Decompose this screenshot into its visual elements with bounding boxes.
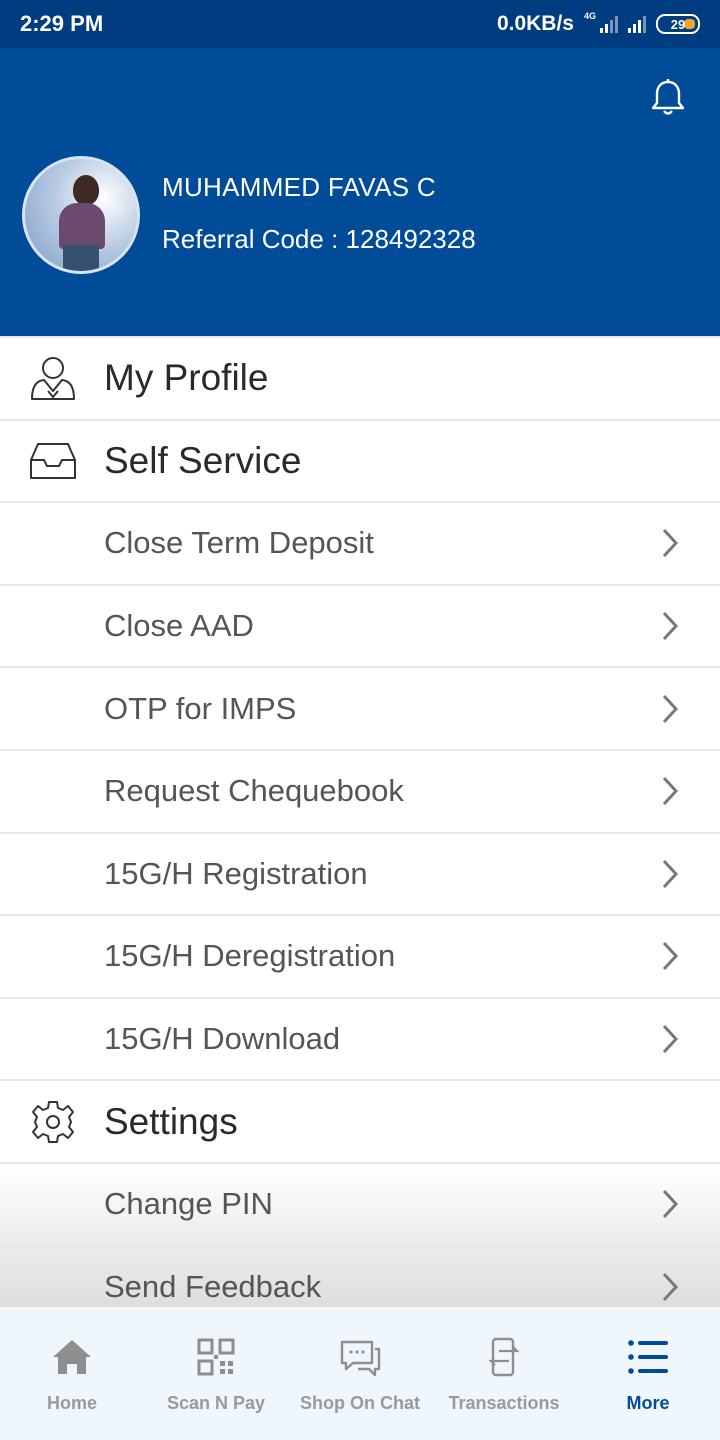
battery-icon: 29 xyxy=(656,14,700,34)
inbox-tray-icon xyxy=(30,442,76,479)
signal-icon xyxy=(600,15,618,33)
chevron-right-icon xyxy=(662,612,679,641)
menu-item-close-term-deposit[interactable]: Close Term Deposit xyxy=(0,501,720,584)
transactions-icon xyxy=(488,1337,520,1377)
menu-label: OTP for IMPS xyxy=(104,690,297,726)
menu-label: 15G/H Deregistration xyxy=(104,938,396,974)
home-icon xyxy=(53,1340,91,1374)
notification-bell-icon[interactable] xyxy=(650,78,686,118)
avatar[interactable] xyxy=(22,156,140,274)
bottom-navigation: Home Scan N Pay Shop On Chat Transaction… xyxy=(0,1307,720,1440)
battery-level: 29 xyxy=(670,16,686,32)
menu-label: Settings xyxy=(104,1100,238,1142)
signal-icon-2 xyxy=(628,15,646,33)
menu-self-service[interactable]: Self Service xyxy=(0,418,720,502)
chat-icon xyxy=(340,1340,381,1377)
referral-code: Referral Code : 128492328 xyxy=(162,224,476,254)
nav-label: More xyxy=(626,1393,670,1413)
menu-label: Change PIN xyxy=(104,1186,273,1222)
network-type: 4G xyxy=(583,11,596,21)
chevron-right-icon xyxy=(662,1190,679,1219)
menu-label: Send Feedback xyxy=(104,1268,322,1304)
menu-label: Self Service xyxy=(104,439,302,481)
nav-home[interactable]: Home xyxy=(0,1307,144,1440)
menu-settings[interactable]: Settings xyxy=(0,1079,720,1162)
menu-item-15gh-download[interactable]: 15G/H Download xyxy=(0,996,720,1080)
nav-transactions[interactable]: Transactions xyxy=(432,1307,576,1440)
chevron-right-icon xyxy=(662,529,679,558)
user-profile-icon xyxy=(31,357,75,401)
status-bar: 2:29 PM 0.0KB/s 4G 29 xyxy=(0,0,720,48)
menu-item-otp-for-imps[interactable]: OTP for IMPS xyxy=(0,666,720,749)
menu-label: Close Term Deposit xyxy=(104,525,374,561)
user-name: MUHAMMED FAVAS C xyxy=(162,172,436,202)
status-indicators: 0.0KB/s 4G 29 xyxy=(496,11,700,36)
chevron-right-icon xyxy=(662,1025,679,1054)
nav-label: Shop On Chat xyxy=(300,1393,420,1413)
menu-label: 15G/H Registration xyxy=(104,855,368,891)
nav-more[interactable]: More xyxy=(576,1307,720,1440)
chevron-right-icon xyxy=(662,694,679,723)
nav-label: Transactions xyxy=(448,1393,560,1413)
chevron-right-icon xyxy=(662,1272,679,1301)
nav-scan-n-pay[interactable]: Scan N Pay xyxy=(144,1307,288,1440)
qr-code-icon xyxy=(197,1338,235,1376)
menu-item-15gh-registration[interactable]: 15G/H Registration xyxy=(0,831,720,915)
network-speed: 0.0KB/s xyxy=(496,12,574,35)
menu-my-profile[interactable]: My Profile xyxy=(0,336,720,419)
profile-header: MUHAMMED FAVAS C Referral Code : 1284923… xyxy=(0,48,720,336)
menu-label: Request Chequebook xyxy=(104,773,404,809)
menu-label: My Profile xyxy=(104,357,269,399)
chevron-right-icon xyxy=(662,777,679,806)
menu-item-request-chequebook[interactable]: Request Chequebook xyxy=(0,748,720,832)
menu-label: 15G/H Download xyxy=(104,1021,341,1057)
nav-label: Scan N Pay xyxy=(166,1393,266,1413)
menu-item-close-aad[interactable]: Close AAD xyxy=(0,583,720,667)
chevron-right-icon xyxy=(662,942,679,971)
menu-item-change-pin[interactable]: Change PIN xyxy=(0,1161,720,1245)
nav-shop-on-chat[interactable]: Shop On Chat xyxy=(288,1307,432,1440)
menu-item-15gh-deregistration[interactable]: 15G/H Deregistration xyxy=(0,914,720,997)
menu-icon xyxy=(628,1340,668,1374)
nav-label: Home xyxy=(46,1393,97,1413)
status-time: 2:29 PM xyxy=(20,11,104,36)
chevron-right-icon xyxy=(662,859,679,888)
menu-label: Close AAD xyxy=(104,608,254,644)
gear-icon xyxy=(32,1100,74,1143)
side-menu: My Profile Self Service Close Term Depos… xyxy=(0,336,720,1328)
